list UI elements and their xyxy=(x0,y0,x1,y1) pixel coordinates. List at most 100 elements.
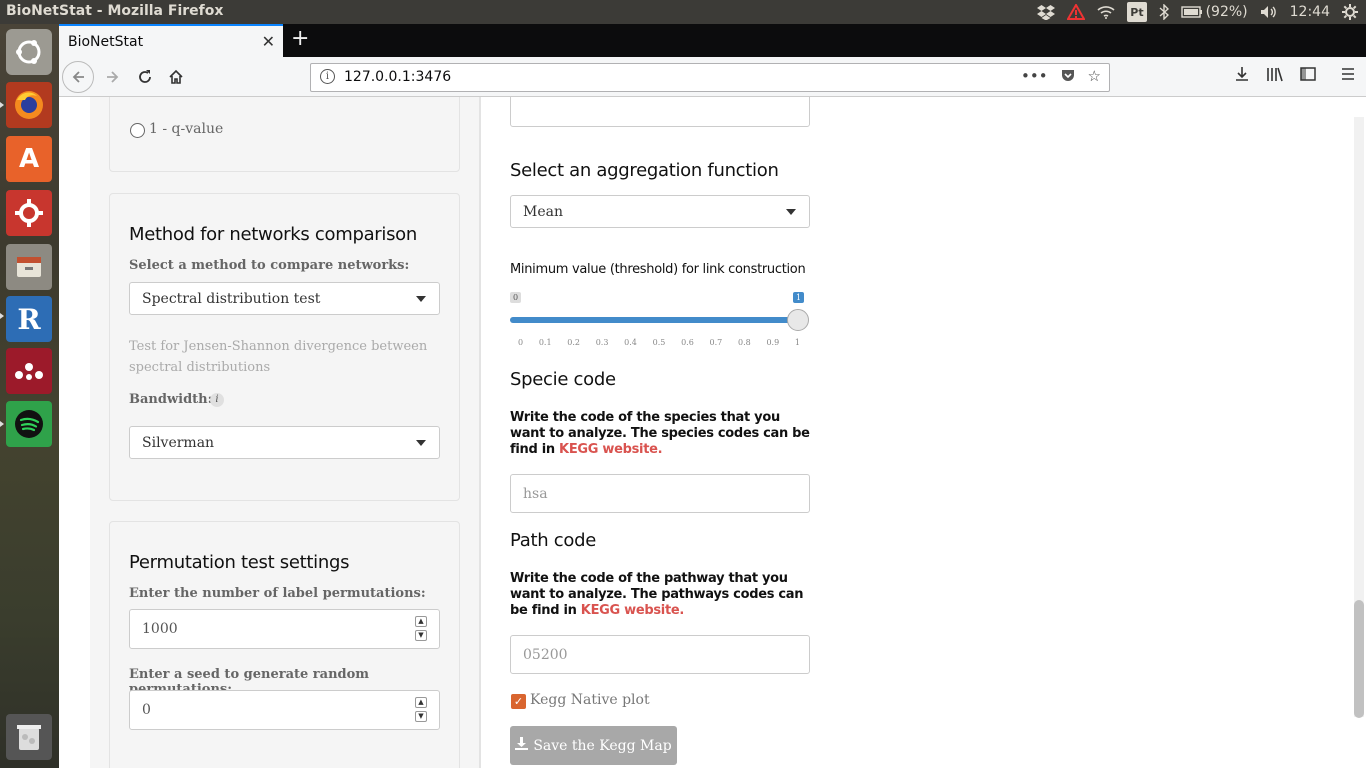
permutations-value: 1000 xyxy=(142,621,178,637)
window-title: BioNetStat - Mozilla Firefox xyxy=(6,3,224,19)
specie-code-title: Specie code xyxy=(510,369,616,390)
seed-stepper[interactable]: ▲ ▼ xyxy=(415,697,427,722)
site-info-icon[interactable]: i xyxy=(320,69,335,84)
volume-icon[interactable] xyxy=(1260,2,1278,22)
slider-tick-label: 0 xyxy=(518,338,524,347)
permutations-input[interactable]: 1000 ▲ ▼ xyxy=(129,609,440,649)
close-tab-icon[interactable]: ✕ xyxy=(262,32,275,51)
back-button[interactable] xyxy=(62,61,94,93)
decrement-icon[interactable]: ▼ xyxy=(415,630,427,641)
permutations-stepper[interactable]: ▲ ▼ xyxy=(415,616,427,641)
path-code-placeholder: 05200 xyxy=(523,647,568,663)
specie-code-placeholder: hsa xyxy=(523,486,548,502)
slider-tick-label: 0.3 xyxy=(595,338,609,347)
wifi-icon[interactable] xyxy=(1097,2,1115,22)
pocket-icon[interactable] xyxy=(1060,67,1076,87)
new-tab-icon[interactable]: + xyxy=(291,28,309,50)
q-value-radio[interactable] xyxy=(130,123,145,138)
r-language-icon[interactable]: R xyxy=(6,296,52,342)
permutation-well: Permutation test settings Enter the numb… xyxy=(109,521,460,768)
slider-tick-label: 0.1 xyxy=(538,338,552,347)
seed-input[interactable]: 0 ▲ ▼ xyxy=(129,690,440,730)
spotify-icon[interactable] xyxy=(6,401,52,447)
previous-select-partial[interactable] xyxy=(510,97,810,127)
home-button[interactable] xyxy=(160,61,192,93)
permutations-label: Enter the number of label permutations: xyxy=(129,586,426,601)
url-bar[interactable]: i 127.0.0.1:3476 ••• ☆ xyxy=(310,63,1110,92)
compare-method-select[interactable]: Spectral distribution test xyxy=(129,282,440,315)
threshold-slider[interactable]: 0 1 0 0.1 0.2 0.3 0.4 0.5 0.6 0.7 0.8 0.9 1 xyxy=(510,292,810,352)
main-pane-divider xyxy=(480,97,481,768)
increment-icon[interactable]: ▲ xyxy=(415,697,427,708)
slider-tick-label: 0.7 xyxy=(709,338,723,347)
slider-value-badge: 1 xyxy=(793,292,805,303)
navigation-toolbar: i 127.0.0.1:3476 ••• ☆ xyxy=(59,57,1366,97)
url-text[interactable]: 127.0.0.1:3476 xyxy=(344,69,451,85)
specie-code-input[interactable]: hsa xyxy=(510,474,810,513)
path-kegg-link[interactable]: KEGG website. xyxy=(581,603,685,618)
battery-indicator[interactable]: (92%) xyxy=(1180,2,1248,22)
increment-icon[interactable]: ▲ xyxy=(415,616,427,627)
library-icon[interactable] xyxy=(1266,66,1284,87)
settings-gear-icon[interactable] xyxy=(1342,2,1358,22)
ubuntu-dash-icon[interactable] xyxy=(6,29,52,75)
dropbox-icon[interactable] xyxy=(1037,2,1056,22)
page-actions-icon[interactable]: ••• xyxy=(1021,67,1048,87)
system-tray: Pt (92%) 12:44 xyxy=(1037,2,1358,22)
aggregation-value: Mean xyxy=(523,204,563,220)
bandwidth-value: Silverman xyxy=(142,435,215,451)
trash-icon[interactable] xyxy=(6,714,52,760)
file-manager-icon[interactable] xyxy=(6,244,52,290)
firefox-icon[interactable] xyxy=(6,82,52,128)
warning-icon[interactable] xyxy=(1067,2,1086,22)
slider-handle[interactable] xyxy=(787,309,809,331)
active-indicator xyxy=(0,102,4,108)
mendeley-icon[interactable] xyxy=(6,348,52,394)
downloads-icon[interactable] xyxy=(1234,66,1250,87)
decrement-icon[interactable]: ▼ xyxy=(415,711,427,722)
tab-title: BioNetStat xyxy=(68,33,144,50)
path-code-input[interactable]: 05200 xyxy=(510,635,810,674)
running-indicator xyxy=(0,313,4,319)
bluetooth-icon[interactable] xyxy=(1159,2,1169,22)
menu-icon[interactable] xyxy=(1340,66,1356,87)
page-scrollbar-thumb[interactable] xyxy=(1354,600,1364,718)
q-value-label: 1 - q-value xyxy=(149,121,224,137)
software-center-icon[interactable]: A xyxy=(6,136,52,182)
specie-kegg-link[interactable]: KEGG website. xyxy=(559,442,663,457)
page-viewport: 1 - q-value Method for networks comparis… xyxy=(59,97,1366,768)
sidebar-toggle-icon[interactable] xyxy=(1300,66,1316,87)
path-code-description: Write the code of the pathway that you w… xyxy=(510,571,810,619)
network-comparison-well: Method for networks comparison Select a … xyxy=(109,193,460,501)
info-icon[interactable]: i xyxy=(210,393,224,407)
slider-tick-label: 0.8 xyxy=(737,338,751,347)
aggregation-select[interactable]: Mean xyxy=(510,195,810,228)
specie-code-description: Write the code of the species that you w… xyxy=(510,410,810,458)
save-kegg-map-button[interactable]: Save the Kegg Map xyxy=(510,726,677,765)
reload-button[interactable] xyxy=(129,61,161,93)
forward-button[interactable] xyxy=(97,61,129,93)
slider-fill xyxy=(510,317,798,323)
slider-tick-label: 0.6 xyxy=(681,338,694,347)
system-top-panel: BioNetStat - Mozilla Firefox Pt (92%) 12… xyxy=(0,0,1366,24)
system-settings-icon[interactable] xyxy=(6,190,52,236)
battery-percent: (92%) xyxy=(1205,4,1248,20)
running-indicator xyxy=(0,421,4,427)
slider-tick-label: 0.4 xyxy=(624,338,637,347)
kegg-native-label: Kegg Native plot xyxy=(530,692,650,708)
permutation-title: Permutation test settings xyxy=(129,552,350,573)
tab-bionetstat[interactable]: BioNetStat ✕ xyxy=(59,24,283,57)
aggregation-title: Select an aggregation function xyxy=(510,160,779,181)
keyboard-layout[interactable]: Pt xyxy=(1127,2,1147,22)
tab-strip: BioNetStat ✕ + xyxy=(59,24,1366,57)
kegg-native-checkbox[interactable]: ✓ xyxy=(511,694,526,709)
bandwidth-select[interactable]: Silverman xyxy=(129,426,440,459)
clock[interactable]: 12:44 xyxy=(1290,2,1330,22)
bandwidth-label: Bandwidth: xyxy=(129,392,213,407)
chevron-down-icon xyxy=(786,209,796,215)
bookmark-star-icon[interactable]: ☆ xyxy=(1088,67,1101,87)
slider-tick-label: 0.5 xyxy=(652,338,666,347)
slider-tick-label: 1 xyxy=(794,338,800,347)
compare-method-value: Spectral distribution test xyxy=(142,291,321,307)
path-code-title: Path code xyxy=(510,530,596,551)
